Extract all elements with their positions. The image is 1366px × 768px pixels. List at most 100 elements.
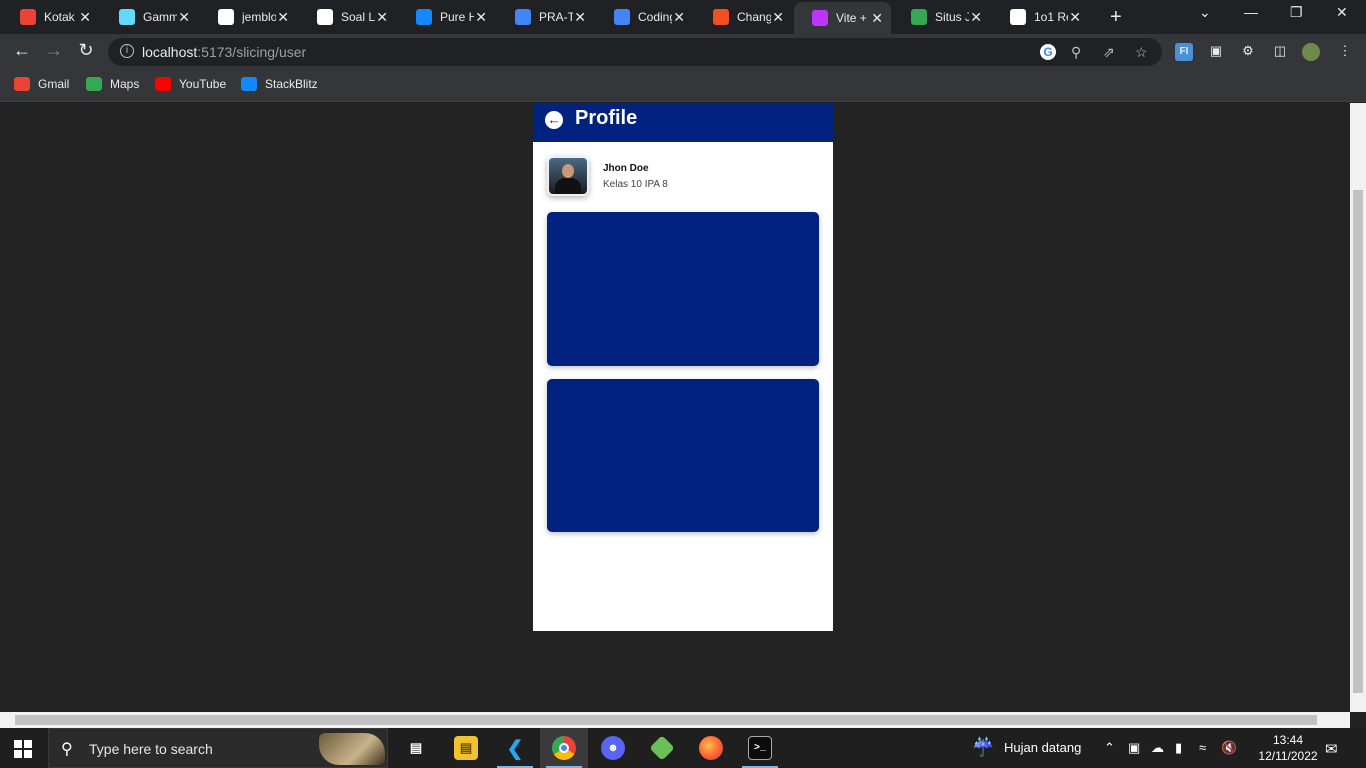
browser-tab[interactable]: PRA-TI✕ — [497, 4, 594, 30]
bookmark-label: Gmail — [38, 77, 70, 91]
vertical-scrollbar[interactable] — [1350, 103, 1366, 712]
zoom-icon[interactable]: ⚲ — [1071, 44, 1081, 61]
google-lens-icon[interactable]: G — [1040, 44, 1056, 60]
tab-label: 1o1 Re — [1034, 10, 1068, 24]
browser-tab[interactable]: jemblo ✕ — [200, 4, 297, 30]
back-arrow-icon[interactable]: ← — [545, 111, 563, 129]
tab-label: Pure H — [440, 10, 474, 24]
extensions-puzzle-icon[interactable]: ⚙ — [1239, 43, 1257, 61]
url-text[interactable]: localhost:5173/slicing/user — [142, 44, 306, 60]
taskbar-clock[interactable]: 13:44 12/11/2022 — [1258, 732, 1318, 764]
volume-muted-icon[interactable]: 🔇 — [1221, 740, 1237, 756]
close-tab-icon[interactable]: ✕ — [871, 10, 883, 27]
discord-icon[interactable]: ☻ — [589, 728, 637, 768]
firefox-icon[interactable] — [687, 728, 735, 768]
taskbar-search[interactable]: ⚲ Type here to search — [48, 728, 388, 768]
chevron-up-icon[interactable]: ⌃ — [1104, 740, 1115, 756]
tab-label: Kotak M — [44, 10, 78, 24]
tab-label: Coding — [638, 10, 672, 24]
profile-card — [547, 379, 819, 532]
close-tab-icon[interactable]: ✕ — [772, 9, 784, 26]
browser-tab[interactable]: Soal La✕ — [299, 4, 396, 30]
medium-icon — [1010, 9, 1026, 25]
address-bar[interactable]: i localhost:5173/slicing/user G ⚲ ⇗ ☆ — [108, 38, 1162, 66]
extension-fi-icon[interactable]: FI — [1175, 43, 1193, 61]
task-view-icon[interactable]: ▤ — [392, 728, 440, 768]
close-tab-icon[interactable]: ✕ — [178, 9, 190, 26]
bookmark-star-icon[interactable]: ☆ — [1135, 44, 1148, 61]
avatar — [547, 156, 589, 196]
battery-icon[interactable]: ▮ — [1175, 740, 1182, 756]
youtube-icon — [155, 77, 171, 91]
search-icon: ⚲ — [61, 741, 73, 758]
browser-tab[interactable]: 1o1 Re✕ — [992, 4, 1089, 30]
profile-avatar[interactable] — [1302, 43, 1320, 61]
wifi-icon[interactable]: ≈ — [1199, 740, 1206, 755]
profile-header: ← Profile — [533, 103, 833, 142]
browser-tab[interactable]: Kotak M✕ — [2, 4, 99, 30]
meet-now-icon[interactable]: ▣ — [1128, 740, 1140, 756]
react-icon — [119, 9, 135, 25]
new-tab-button[interactable]: + — [1110, 6, 1122, 29]
weather-text[interactable]: Hujan datang — [1004, 740, 1081, 755]
horizontal-scrollbar[interactable] — [0, 712, 1350, 728]
forward-arrow-icon[interactable]: → — [42, 40, 66, 61]
menu-dots-icon[interactable]: ⋮ — [1336, 43, 1354, 61]
page-title: Profile — [575, 107, 638, 129]
minimize-icon[interactable]: — — [1244, 4, 1258, 20]
browser-tab[interactable]: Situs Ju✕ — [893, 4, 990, 30]
bookmark-youtube[interactable]: YouTube — [155, 77, 226, 91]
windows-taskbar: ⚲ Type here to search ▤ ▤ ❮ ☻ >_ ☔ Hujan… — [0, 728, 1366, 768]
close-tab-icon[interactable]: ✕ — [376, 9, 388, 26]
docs-icon — [614, 9, 630, 25]
bookmark-maps[interactable]: Maps — [86, 77, 139, 91]
close-tab-icon[interactable]: ✕ — [574, 9, 586, 26]
browser-tab[interactable]: Vite + ✕ — [794, 2, 891, 34]
user-name: Jhon Doe — [603, 163, 649, 174]
browser-tab[interactable]: Gamma✕ — [101, 4, 198, 30]
share-icon[interactable]: ⇗ — [1103, 44, 1115, 61]
bookmark-stackblitz[interactable]: StackBlitz — [241, 77, 318, 91]
reload-icon[interactable]: ↻ — [74, 40, 98, 61]
tab-label: jemblo — [242, 10, 276, 24]
close-tab-icon[interactable]: ✕ — [79, 9, 91, 26]
owl-icon — [911, 9, 927, 25]
windows-start-icon[interactable] — [14, 740, 32, 758]
bookmark-gmail[interactable]: Gmail — [14, 77, 69, 91]
restore-icon[interactable]: ❐ — [1290, 4, 1303, 21]
browser-tab[interactable]: Coding✕ — [596, 4, 693, 30]
git-client-icon[interactable] — [638, 728, 686, 768]
search-highlight-image[interactable] — [319, 733, 385, 765]
close-tab-icon[interactable]: ✕ — [970, 9, 982, 26]
notification-icon[interactable]: ✉ — [1325, 740, 1338, 758]
chrome-icon[interactable] — [540, 728, 588, 768]
close-tab-icon[interactable]: ✕ — [1069, 9, 1081, 26]
browser-tab[interactable]: Pure H ✕ — [398, 4, 495, 30]
gmail-icon — [14, 77, 30, 91]
tab-label: Soal La — [341, 10, 375, 24]
vscode-icon[interactable]: ❮ — [491, 728, 539, 768]
vertical-scrollbar-thumb[interactable] — [1353, 190, 1363, 693]
url-host: localhost — [142, 44, 198, 60]
terminal-icon[interactable]: >_ — [736, 728, 784, 768]
close-tab-icon[interactable]: ✕ — [475, 9, 487, 26]
side-panel-icon[interactable]: ◫ — [1271, 43, 1289, 61]
site-info-icon[interactable]: i — [120, 44, 134, 58]
horizontal-scrollbar-thumb[interactable] — [15, 715, 1317, 725]
clock-date: 12/11/2022 — [1258, 749, 1318, 763]
bookmarks-bar: Gmail Maps YouTube StackBlitz — [0, 70, 1366, 102]
close-tab-icon[interactable]: ✕ — [277, 9, 289, 26]
tab-label: Situs Ju — [935, 10, 969, 24]
tab-search-chevron-icon[interactable]: ⌄ — [1199, 4, 1211, 21]
onedrive-cloud-icon[interactable]: ☁ — [1151, 740, 1164, 756]
figma-icon — [713, 9, 729, 25]
file-explorer-icon[interactable]: ▤ — [442, 728, 490, 768]
browser-tab[interactable]: Chang ✕ — [695, 4, 792, 30]
camera-extension-icon[interactable]: ▣ — [1207, 43, 1225, 61]
back-arrow-icon[interactable]: ← — [10, 40, 34, 61]
close-tab-icon[interactable]: ✕ — [673, 9, 685, 26]
weather-rain-icon[interactable]: ☔ — [972, 737, 994, 758]
close-window-icon[interactable]: ✕ — [1336, 4, 1348, 21]
bookmark-label: YouTube — [179, 77, 227, 91]
maps-icon — [86, 77, 102, 91]
